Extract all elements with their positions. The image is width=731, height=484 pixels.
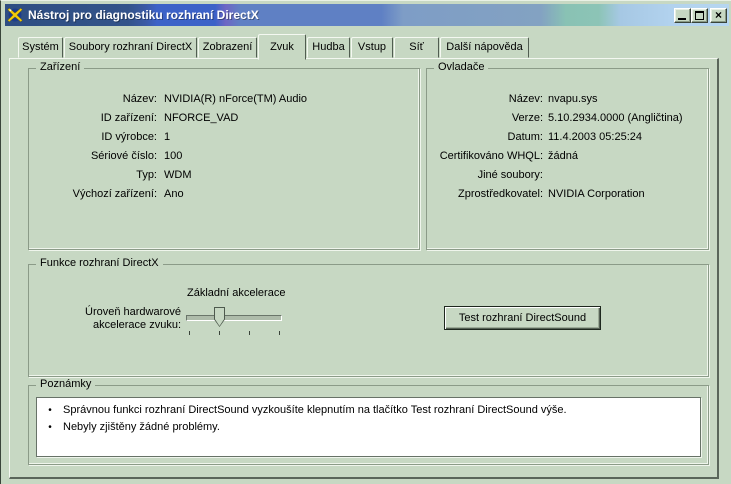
field-label: Typ:: [136, 168, 157, 181]
device-row-device-id: ID zařízení: NFORCE_VAD: [29, 108, 419, 127]
tab-bar: Systém Soubory rozhraní DirectX Zobrazen…: [18, 34, 530, 60]
note-text: Nebyly zjištěny žádné problémy.: [63, 421, 220, 433]
tab-sound[interactable]: Zvuk: [258, 34, 306, 60]
field-value: NVIDIA(R) nForce(TM) Audio: [164, 92, 308, 105]
driver-row-name: Název: nvapu.sys: [427, 89, 708, 108]
field-value: Ano: [164, 187, 184, 200]
slider-tick: [249, 331, 250, 335]
drivers-groupbox: Ovladače Název: nvapu.sys Verze: 5.10.29…: [426, 61, 709, 250]
tab-directx-files[interactable]: Soubory rozhraní DirectX: [64, 37, 197, 58]
field-value: 11.4.2003 05:25:24: [548, 130, 642, 143]
tab-network[interactable]: Síť: [394, 37, 439, 58]
field-label: Zprostředkovatel:: [458, 187, 543, 200]
field-label: ID zařízení:: [100, 111, 157, 124]
tab-music[interactable]: Hudba: [307, 37, 350, 58]
slider-tick: [279, 331, 280, 335]
device-fields: Název: NVIDIA(R) nForce(TM) Audio ID zař…: [29, 89, 419, 203]
driver-row-provider: Zprostředkovatel: NVIDIA Corporation: [427, 184, 708, 203]
field-value: žádná: [548, 149, 578, 162]
close-icon: ×: [714, 7, 722, 22]
field-label: Sériové číslo:: [90, 149, 157, 162]
directx-app-icon[interactable]: [7, 7, 23, 23]
field-value: NVIDIA Corporation: [548, 187, 645, 200]
field-label: ID výrobce:: [101, 130, 157, 143]
notes-groupbox: Poznámky • Správnou funkci rozhraní Dire…: [28, 378, 709, 465]
window-title: Nástroj pro diagnostiku rozhraní DirectX: [28, 8, 259, 22]
minimize-button[interactable]: [674, 7, 691, 23]
minimize-icon: [678, 17, 686, 20]
bullet-icon: •: [48, 405, 52, 416]
device-row-name: Název: NVIDIA(R) nForce(TM) Audio: [29, 89, 419, 108]
drivers-fields: Název: nvapu.sys Verze: 5.10.2934.0000 (…: [427, 89, 708, 203]
field-label: Datum:: [507, 130, 543, 143]
device-row-type: Typ: WDM: [29, 165, 419, 184]
device-groupbox: Zařízení Název: NVIDIA(R) nForce(TM) Aud…: [28, 61, 420, 250]
features-groupbox: Funkce rozhraní DirectX Úroveň hardwarov…: [28, 257, 709, 377]
driver-row-version: Verze: 5.10.2934.0000 (Angličtina): [427, 108, 708, 127]
field-label: Verze:: [511, 111, 543, 124]
note-item: • Nebyly zjištěny žádné problémy.: [37, 419, 700, 436]
device-row-vendor-id: ID výrobce: 1: [29, 127, 419, 146]
field-value: 100: [164, 149, 183, 162]
drivers-groupbox-title: Ovladače: [434, 61, 489, 73]
field-label: Certifikováno WHQL:: [439, 149, 543, 162]
close-button[interactable]: ×: [710, 7, 727, 23]
field-label: Výchozí zařízení:: [72, 187, 157, 200]
field-value: 1: [164, 130, 171, 143]
field-value: nvapu.sys: [548, 92, 598, 105]
slider-tick: [219, 331, 220, 335]
slider-value-caption: Základní akcelerace: [187, 287, 286, 299]
notes-listbox: • Správnou funkci rozhraní DirectSound v…: [36, 397, 701, 457]
bullet-icon: •: [48, 422, 52, 433]
driver-row-date: Datum: 11.4.2003 05:25:24: [427, 127, 708, 146]
note-text: Správnou funkci rozhraní DirectSound vyz…: [63, 404, 567, 416]
field-label: Název:: [508, 92, 543, 105]
notes-groupbox-title: Poznámky: [36, 378, 96, 390]
features-groupbox-title: Funkce rozhraní DirectX: [36, 257, 163, 269]
driver-row-whql: Certifikováno WHQL: žádná: [427, 146, 708, 165]
hw-acceleration-label: Úroveň hardwarové akcelerace zvuku:: [85, 306, 181, 331]
device-row-default: Výchozí zařízení: Ano: [29, 184, 419, 203]
field-value: WDM: [164, 168, 192, 181]
field-value: 5.10.2934.0000 (Angličtina): [548, 111, 683, 124]
tab-display[interactable]: Zobrazení: [198, 37, 257, 58]
tab-more-help[interactable]: Další nápověda: [440, 37, 529, 58]
titlebar[interactable]: Nástroj pro diagnostiku rozhraní DirectX…: [5, 4, 729, 26]
driver-row-other-files: Jiné soubory:: [427, 165, 708, 184]
dxdiag-window: Nástroj pro diagnostiku rozhraní DirectX…: [0, 0, 731, 484]
field-label: Název:: [122, 92, 157, 105]
tab-input[interactable]: Vstup: [351, 37, 393, 58]
window-controls: ×: [674, 7, 727, 23]
field-label: Jiné soubory:: [477, 168, 543, 181]
acceleration-slider-thumb[interactable]: [214, 307, 225, 327]
note-item: • Správnou funkci rozhraní DirectSound v…: [37, 402, 700, 419]
tab-system[interactable]: Systém: [18, 37, 63, 58]
acceleration-slider-track[interactable]: [186, 315, 282, 321]
maximize-icon: [695, 10, 704, 20]
field-value: NFORCE_VAD: [164, 111, 239, 124]
slider-tick: [189, 331, 190, 335]
maximize-button[interactable]: [691, 7, 708, 23]
sound-tab-page: Zařízení Název: NVIDIA(R) nForce(TM) Aud…: [9, 58, 719, 479]
device-row-serial: Sériové číslo: 100: [29, 146, 419, 165]
device-groupbox-title: Zařízení: [36, 61, 85, 73]
test-directsound-button[interactable]: Test rozhraní DirectSound: [444, 306, 601, 330]
